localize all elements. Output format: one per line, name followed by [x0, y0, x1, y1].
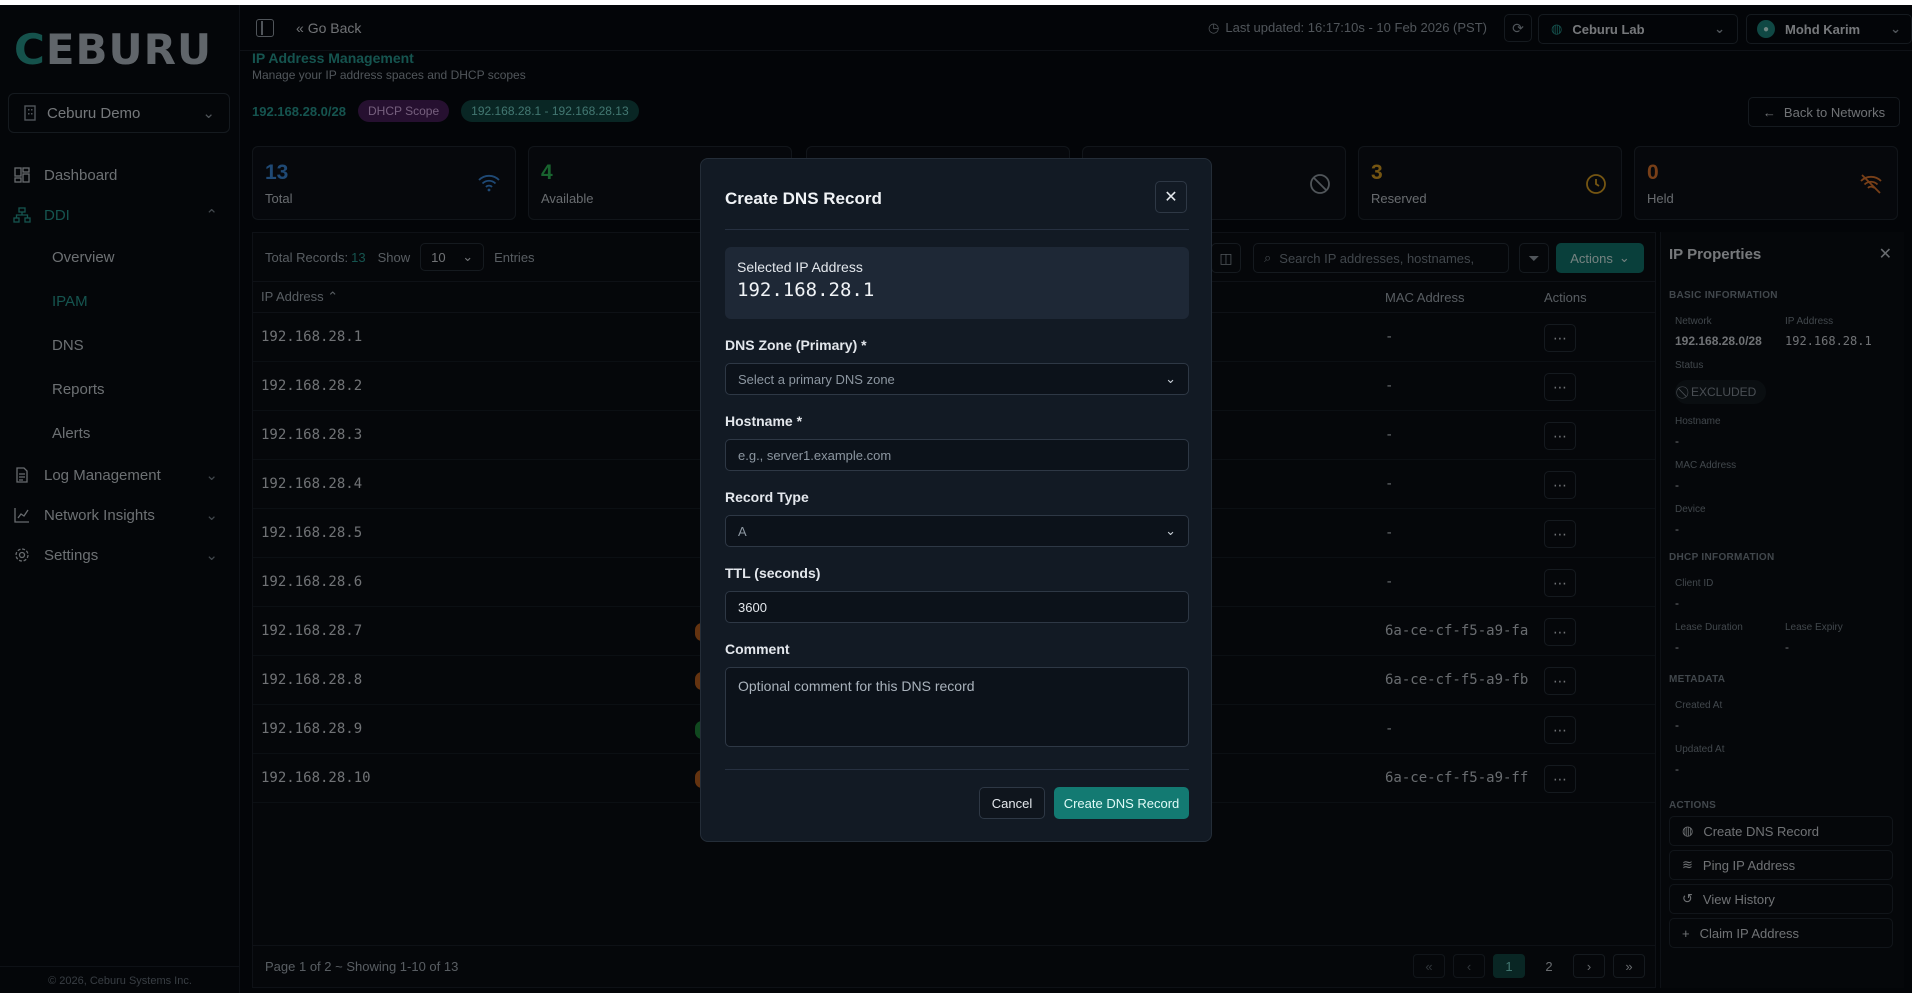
- close-icon[interactable]: ✕: [1155, 181, 1187, 213]
- cancel-button[interactable]: Cancel: [979, 787, 1045, 819]
- chevron-down-icon: ⌄: [1165, 523, 1176, 538]
- dialog-title: Create DNS Record: [725, 189, 882, 208]
- create-dns-record-dialog: Create DNS Record ✕ Selected IP Address …: [700, 158, 1212, 842]
- right-strip: [1912, 0, 1920, 993]
- ttl-input[interactable]: 3600: [725, 591, 1189, 623]
- ttl-label: TTL (seconds): [725, 565, 821, 581]
- comment-label: Comment: [725, 641, 790, 657]
- divider: [725, 769, 1189, 770]
- record-type-label: Record Type: [725, 489, 809, 505]
- chevron-down-icon: ⌄: [1165, 371, 1176, 386]
- divider: [725, 229, 1189, 230]
- selected-ip-box: Selected IP Address 192.168.28.1: [725, 247, 1189, 319]
- comment-textarea[interactable]: Optional comment for this DNS record: [725, 667, 1189, 747]
- selected-ip: 192.168.28.1: [737, 279, 875, 301]
- hostname-label: Hostname *: [725, 413, 803, 429]
- create-dns-record-button[interactable]: Create DNS Record: [1054, 787, 1189, 819]
- dns-zone-select[interactable]: Select a primary DNS zone ⌄: [725, 363, 1189, 395]
- zone-label: DNS Zone (Primary) *: [725, 337, 867, 353]
- hostname-input[interactable]: e.g., server1.example.com: [725, 439, 1189, 471]
- record-type-select[interactable]: A ⌄: [725, 515, 1189, 547]
